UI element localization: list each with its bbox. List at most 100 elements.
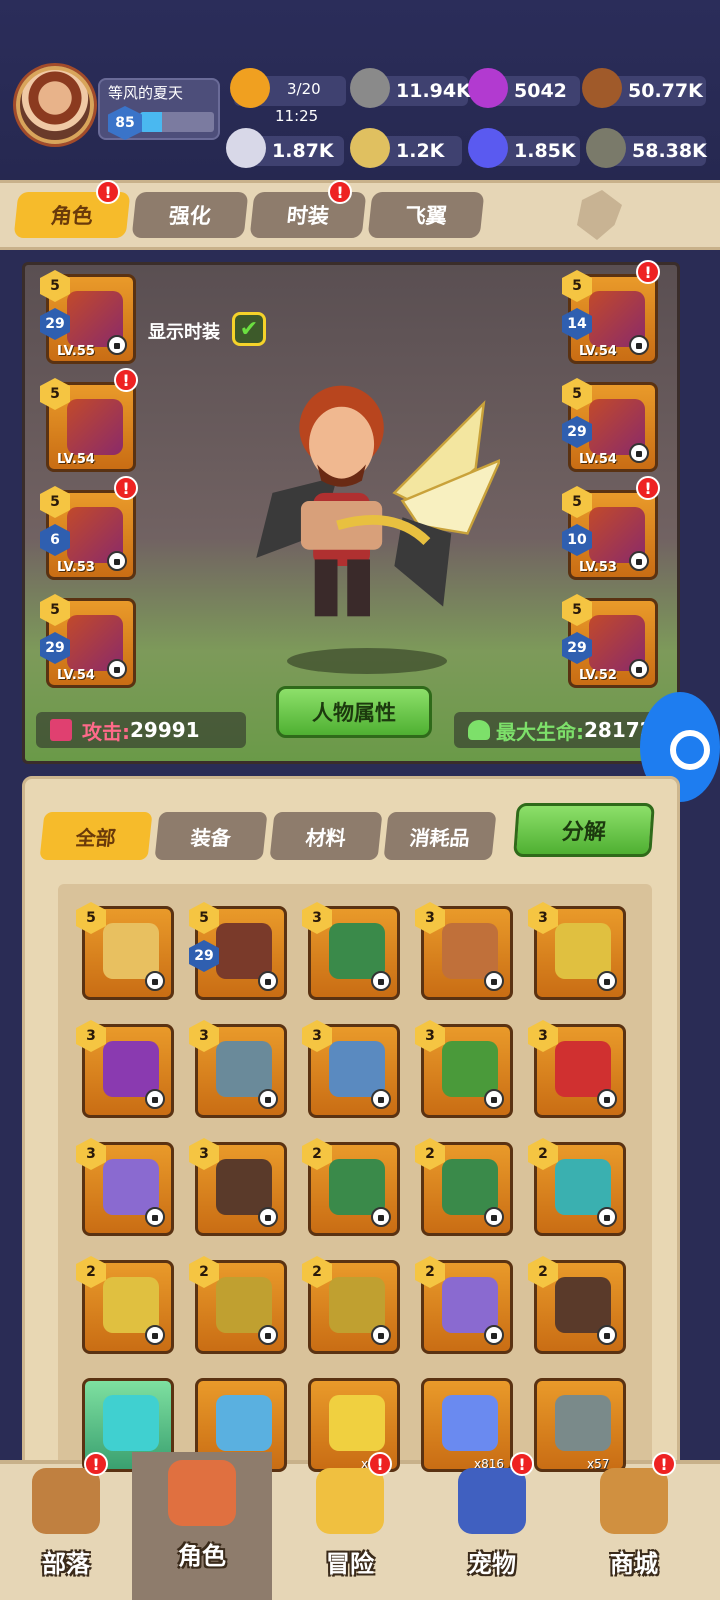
equipment-level: LV.54 bbox=[579, 344, 617, 359]
stamina-icon bbox=[230, 68, 270, 108]
hero-icon bbox=[168, 1460, 236, 1526]
nav-label: 冒险 bbox=[326, 1550, 374, 1578]
lock-icon bbox=[371, 971, 391, 991]
nav-tribe[interactable]: 部落 bbox=[0, 1460, 136, 1600]
gauntlet-icon bbox=[555, 1277, 611, 1333]
bone-icon bbox=[226, 128, 266, 168]
attack-stat: 攻击: 29991 bbox=[36, 712, 246, 748]
nav-alert: ! bbox=[368, 1452, 392, 1476]
nav-label: 商城 bbox=[610, 1550, 658, 1578]
nav-hero[interactable]: 角色 bbox=[132, 1452, 272, 1600]
equipment-level: LV.55 bbox=[57, 344, 95, 359]
lock-icon bbox=[629, 443, 649, 463]
stone-icon bbox=[350, 68, 390, 108]
show-costume-checkbox[interactable]: ✔ bbox=[232, 312, 266, 346]
equipment-alert: ! bbox=[114, 476, 138, 500]
lock-icon bbox=[629, 335, 649, 355]
heart-icon bbox=[468, 720, 490, 740]
player-avatar[interactable] bbox=[16, 66, 94, 144]
pet-icon bbox=[458, 1468, 526, 1534]
ring-icon bbox=[555, 1041, 611, 1097]
tab-wings[interactable]: 飞翼 bbox=[367, 192, 485, 238]
equipment-alert: ! bbox=[114, 368, 138, 392]
boots-icon bbox=[442, 1041, 498, 1097]
attack-value: 29991 bbox=[130, 718, 200, 742]
gauntlet-icon bbox=[216, 1159, 272, 1215]
wood-icon bbox=[582, 68, 622, 108]
lock-icon bbox=[107, 659, 127, 679]
bow-icon bbox=[216, 923, 272, 979]
crystal-icon bbox=[468, 128, 508, 168]
decompose-button[interactable]: 分解 bbox=[513, 803, 655, 857]
bow-icon bbox=[555, 1159, 611, 1215]
lock-icon bbox=[484, 1325, 504, 1345]
filter-materials[interactable]: 材料 bbox=[269, 812, 383, 860]
ore-resource[interactable]: 58.38K bbox=[586, 128, 707, 168]
inventory-item[interactable]: x57 bbox=[534, 1378, 626, 1472]
shop-icon bbox=[600, 1468, 668, 1534]
bow-icon bbox=[329, 923, 385, 979]
equipment-level: LV.54 bbox=[57, 668, 95, 683]
filter-consumables[interactable]: 消耗品 bbox=[383, 812, 497, 860]
key-icon bbox=[216, 1395, 272, 1451]
scroll-icon bbox=[329, 1277, 385, 1333]
lock-icon bbox=[371, 1207, 391, 1227]
potion-icon bbox=[329, 1395, 385, 1451]
nav-shop[interactable]: 商城 bbox=[564, 1460, 704, 1600]
lock-icon bbox=[107, 551, 127, 571]
stone-icon bbox=[555, 1395, 611, 1451]
character-attributes-button[interactable]: 人物属性 bbox=[276, 686, 432, 738]
equipment-level: LV.52 bbox=[579, 668, 617, 683]
lock-icon bbox=[597, 1089, 617, 1109]
equipment-level: LV.54 bbox=[579, 452, 617, 467]
lock-icon bbox=[145, 1089, 165, 1109]
orb-value: 5042 bbox=[514, 80, 567, 102]
lock-icon bbox=[145, 1325, 165, 1345]
bow-icon bbox=[329, 1159, 385, 1215]
lock-icon bbox=[597, 1207, 617, 1227]
equipment-alert: ! bbox=[636, 476, 660, 500]
armor-icon bbox=[216, 1041, 272, 1097]
player-level-badge: 85 bbox=[108, 106, 142, 140]
filter-all[interactable]: 全部 bbox=[39, 812, 153, 860]
nav-map[interactable]: 冒险 bbox=[280, 1460, 420, 1600]
ore-value: 58.38K bbox=[632, 140, 707, 162]
nav-pet[interactable]: 宠物 bbox=[422, 1460, 562, 1600]
lock-icon bbox=[371, 1089, 391, 1109]
lock-icon bbox=[629, 659, 649, 679]
bone-resource[interactable]: 1.87K bbox=[226, 128, 344, 168]
equipment-level: LV.53 bbox=[579, 560, 617, 575]
coin-resource[interactable]: 1.2K bbox=[350, 128, 462, 168]
xp-bar-fill bbox=[140, 112, 163, 132]
nav-label: 宠物 bbox=[468, 1550, 516, 1578]
spear-icon bbox=[555, 923, 611, 979]
coin-value: 1.2K bbox=[396, 140, 445, 162]
player-card[interactable]: 等风的夏天 85 bbox=[98, 78, 220, 140]
crystal-resource[interactable]: 1.85K bbox=[468, 128, 580, 168]
lock-icon bbox=[258, 971, 278, 991]
inventory-item[interactable]: x816 bbox=[421, 1378, 513, 1472]
lock-icon bbox=[597, 1325, 617, 1345]
lock-icon bbox=[484, 1207, 504, 1227]
filter-equipment[interactable]: 装备 bbox=[154, 812, 268, 860]
armor-icon bbox=[67, 399, 123, 455]
stone-resource[interactable]: 11.94K bbox=[350, 68, 471, 108]
scroll-icon bbox=[216, 1277, 272, 1333]
attack-label: 攻击: bbox=[82, 719, 130, 744]
equipment-level: LV.54 bbox=[57, 452, 95, 467]
player-name: 等风的夏天 bbox=[108, 84, 184, 102]
stamina-timer: 11:25 bbox=[275, 107, 319, 125]
xp-bar bbox=[140, 112, 214, 132]
bow-icon bbox=[442, 1159, 498, 1215]
attack-icon bbox=[50, 719, 72, 741]
tab-enhance[interactable]: 强化 bbox=[131, 192, 249, 238]
necklace-icon bbox=[103, 1159, 159, 1215]
bone-value: 1.87K bbox=[272, 140, 334, 162]
spear-icon bbox=[103, 1277, 159, 1333]
armor-icon bbox=[329, 1041, 385, 1097]
wood-resource[interactable]: 50.77K bbox=[582, 68, 706, 108]
orb-resource[interactable]: 5042 bbox=[468, 68, 580, 108]
orb-icon bbox=[468, 68, 508, 108]
wood-value: 50.77K bbox=[628, 80, 703, 102]
bow-icon bbox=[103, 923, 159, 979]
